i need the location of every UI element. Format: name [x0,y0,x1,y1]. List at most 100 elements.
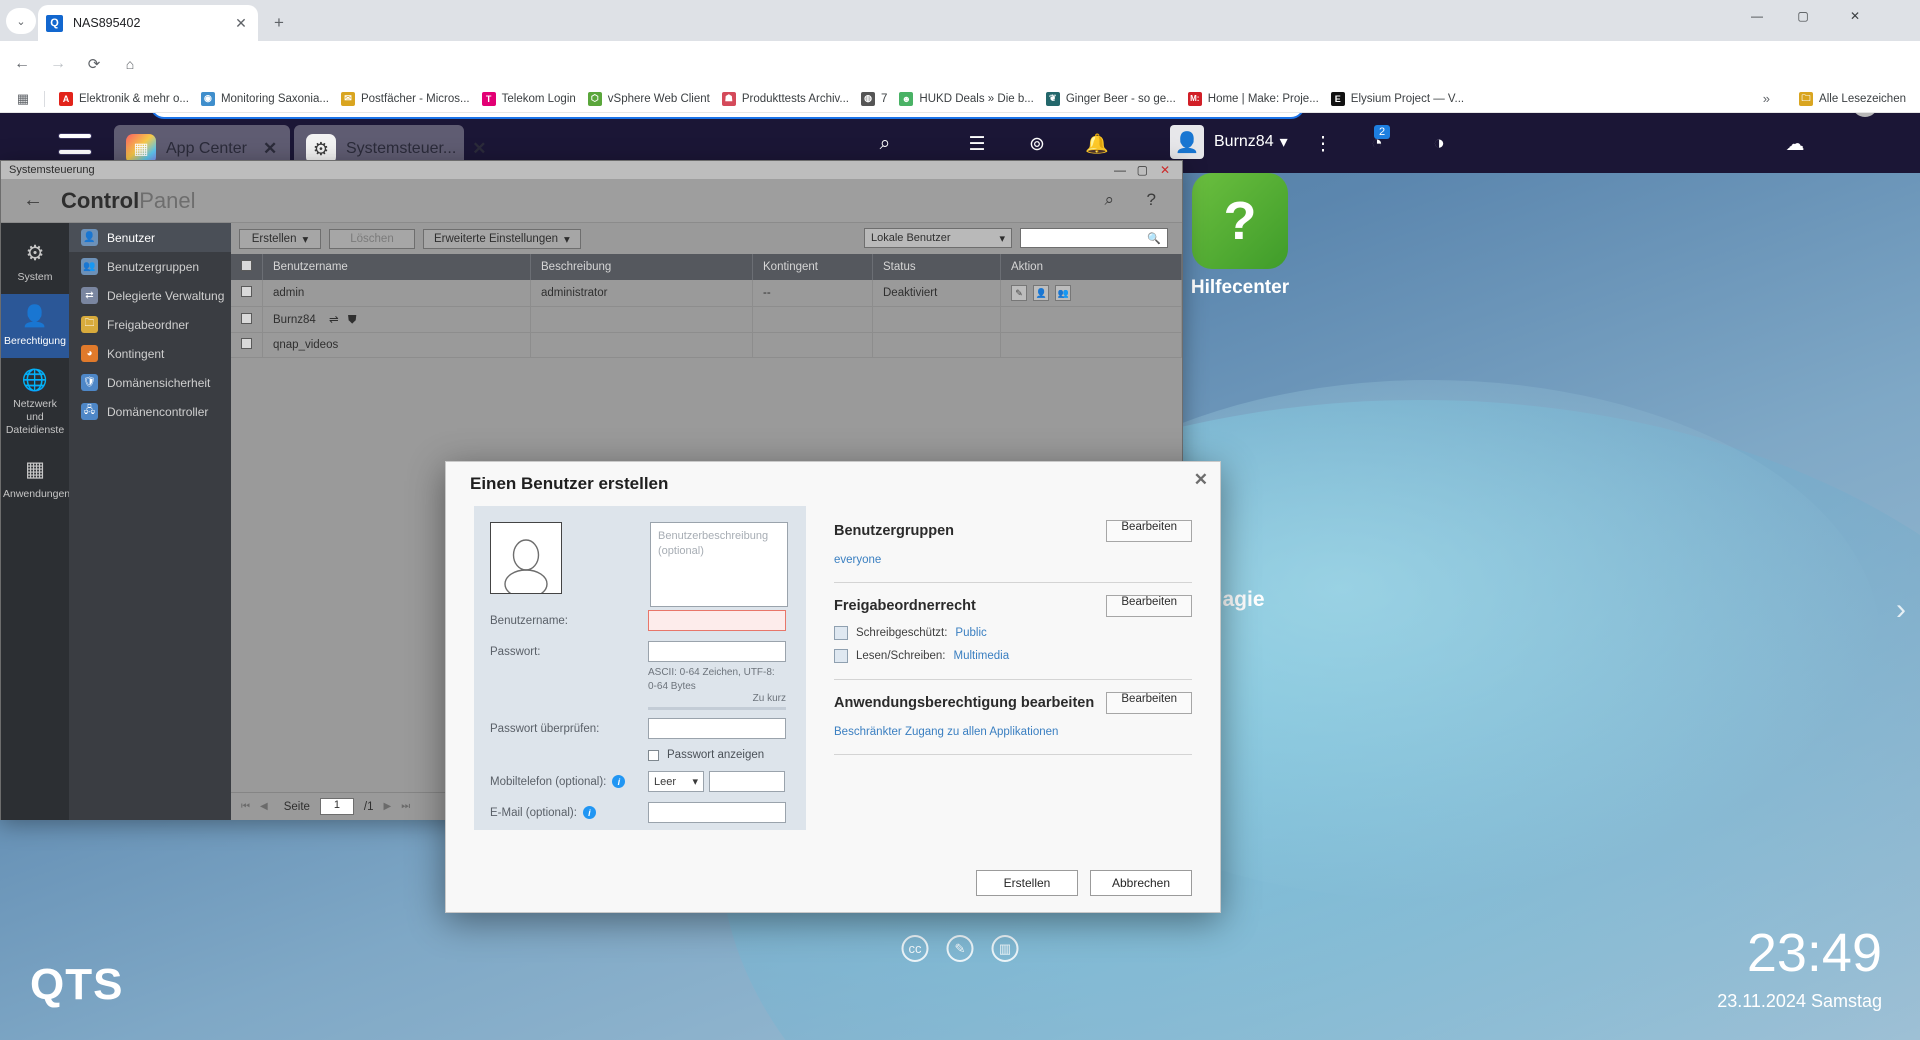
menu-item-delegierte-verwaltung[interactable]: ⇄ Delegierte Verwaltung [69,281,231,310]
bookmark-item[interactable]: T Telekom Login [476,88,582,110]
close-icon[interactable]: ✕ [263,139,277,159]
menu-item-domaenencontroller[interactable]: 🖧 Domänencontroller [69,397,231,426]
sidebar-item-netzwerk[interactable]: 🌐 Netzwerk und Dateidienste [1,358,69,448]
main-menu-hamburger-icon[interactable] [58,133,92,155]
tab-search-icon[interactable]: ⌄ [6,8,36,34]
menu-item-freigabeordner[interactable]: 🗀 Freigabeordner [69,310,231,339]
new-tab-button[interactable]: + [268,12,290,34]
tools-icon[interactable]: ✎ [946,935,974,962]
notification-icon[interactable]: 🔔 [1082,129,1112,159]
sidebar-item-berechtigung[interactable]: 👤 Berechtigung [1,294,69,358]
advanced-settings-button[interactable]: Erweiterte Einstellungen ▾ [423,228,581,249]
show-password-checkbox[interactable] [648,749,659,761]
info-icon[interactable]: i [582,806,596,819]
menu-item-domaenensicherheit[interactable]: 🛡 Domänensicherheit [69,368,231,397]
show-password-row[interactable]: Passwort anzeigen [648,749,788,761]
sidebar-item-anwendungen[interactable]: ▦ Anwendungen [1,447,70,510]
bookmark-item[interactable]: ☻ HUKD Deals » Die b... [893,88,1039,110]
cell-action[interactable]: ✎ 👤 👥 [1000,280,1182,307]
back-arrow-icon[interactable]: ← [23,189,43,212]
all-bookmarks-button[interactable]: 🗀 Alle Lesezeichen [1799,91,1906,106]
bookmark-item[interactable]: ◍ 7 [855,88,893,110]
bookmark-item[interactable]: ❦ Ginger Beer - so ge... [1040,88,1182,110]
first-page-button[interactable]: ⏮ [241,801,250,812]
menu-item-benutzer[interactable]: 👤 Benutzer [69,223,231,252]
password-input[interactable] [648,641,786,662]
column-quota[interactable]: Kontingent [752,254,873,280]
browser-tab[interactable]: Q NAS895402 ✕ [38,5,258,41]
menu-item-benutzergruppen[interactable]: 👥 Benutzergruppen [69,252,231,281]
forward-icon[interactable]: → [44,50,72,78]
user-menu[interactable]: 👤 Burnz84 ▾ [1170,125,1288,159]
close-icon[interactable]: ✕ [232,15,250,32]
bookmark-item[interactable]: M: Home | Make: Proje... [1182,88,1325,110]
close-icon[interactable]: ✕ [1194,470,1208,490]
table-row[interactable]: qnap_videos [231,332,1182,358]
bookmark-item[interactable]: A Elektronik & mehr o... [53,88,195,110]
create-button[interactable]: Erstellen ▾ [239,228,321,249]
apps-grid-icon[interactable]: ▦ [10,91,36,107]
window-close-button[interactable]: ✕ [1832,0,1878,32]
email-input[interactable] [648,802,786,823]
hilfecenter-shortcut[interactable]: ? Hilfecenter [1190,173,1290,299]
bookmark-item[interactable]: E Elysium Project — V... [1325,88,1470,110]
user-scope-select[interactable]: Lokale Benutzer ▾ [864,228,1012,248]
search-icon[interactable]: ⌕ [1104,190,1114,210]
edit-folder-permissions-button[interactable]: Bearbeiten [1106,595,1192,617]
bookmark-item[interactable]: ✉ Postfächer - Micros... [335,88,476,110]
column-username[interactable]: Benutzername [262,254,531,280]
user-profile-icon[interactable]: 👤 [1033,285,1050,301]
user-description-textarea[interactable]: Benutzerbeschreibung (optional) [650,522,788,607]
chevron-down-icon[interactable]: ▾ [1280,132,1288,152]
menu-item-kontingent[interactable]: ◕ Kontingent [69,339,231,368]
select-all-checkbox-cell[interactable] [231,254,263,280]
home-icon[interactable]: ⌂ [116,50,144,78]
desktop-dock[interactable]: cc ✎ ▥ [901,935,1019,962]
delete-button[interactable]: Löschen [329,228,415,249]
permission-value-link[interactable]: Multimedia [954,650,1010,662]
avatar-placeholder[interactable] [490,522,562,594]
user-group-icon[interactable]: 👥 [1055,285,1072,301]
chevron-right-icon[interactable]: › [1896,593,1906,627]
mobile-input[interactable] [709,771,785,792]
app-permission-link[interactable]: Beschränkter Zugang zu allen Applikation… [834,726,1192,738]
prev-page-button[interactable]: ◀ [260,801,268,812]
bookmark-item[interactable]: ◉ Monitoring Saxonia... [195,88,335,110]
row-checkbox-cell[interactable] [231,332,263,358]
bookmarks-overflow-icon[interactable]: » [1763,91,1770,106]
cloud-icon[interactable]: ☁ [1780,129,1810,159]
panels-icon[interactable]: ▥ [991,935,1019,962]
window-maximize-button[interactable]: ▢ [1780,0,1826,32]
background-tasks-icon[interactable]: ☰ [962,129,992,159]
external-devices-icon[interactable]: ⊚ [1022,129,1052,159]
next-page-button[interactable]: ▶ [384,801,392,812]
cc-icon[interactable]: cc [901,935,929,962]
column-description[interactable]: Beschreibung [530,254,753,280]
last-page-button[interactable]: ⏭ [401,801,410,812]
cancel-button[interactable]: Abbrechen [1090,870,1192,896]
select-all-checkbox[interactable] [241,260,252,271]
bookmark-item[interactable]: ⬡ vSphere Web Client [582,88,716,110]
edit-icon[interactable]: ✎ [1011,285,1027,301]
info-icon[interactable]: i [612,775,626,788]
back-icon[interactable]: ← [8,50,36,78]
column-action[interactable]: Aktion [1000,254,1182,280]
bookmark-item[interactable]: ☗ Produkttests Archiv... [716,88,855,110]
cell-action[interactable] [1000,332,1182,358]
reload-icon[interactable]: ⟳ [80,50,108,78]
mobile-country-select[interactable]: Leer ▾ [648,771,704,792]
create-confirm-button[interactable]: Erstellen [976,870,1078,896]
settings-icon[interactable]: ◑ [1424,129,1454,159]
password-verify-input[interactable] [648,718,786,739]
sidebar-item-system[interactable]: ⚙ System [1,231,69,294]
page-number-input[interactable]: 1 [319,798,354,815]
search-input[interactable]: 🔍 [1020,228,1168,248]
edit-app-permissions-button[interactable]: Bearbeiten [1106,692,1192,714]
more-icon[interactable]: ⋮ [1308,129,1338,159]
window-minimize-button[interactable]: — [1114,163,1126,177]
window-close-button[interactable]: ✕ [1160,163,1170,177]
table-row[interactable]: Burnz84 ⇌ ⛊ [231,306,1182,333]
username-input[interactable] [648,610,786,631]
settings-sliders-icon[interactable]: ⇌ [329,314,339,326]
row-checkbox-cell[interactable] [231,280,263,307]
